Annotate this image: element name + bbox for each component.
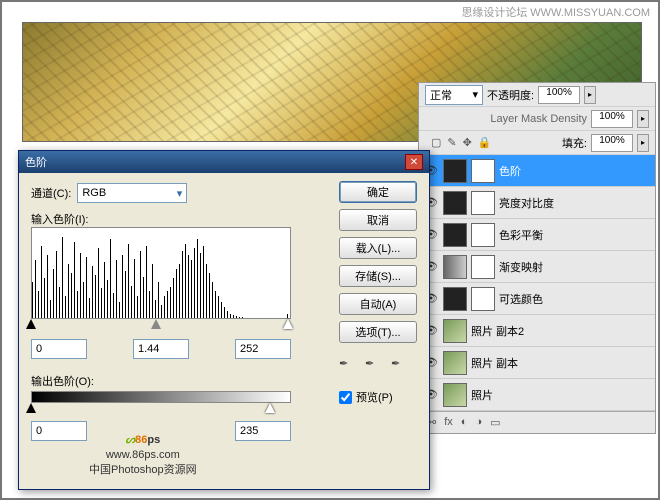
layer-bottom-icons: ⚯ fx ◐ ◑ ▭	[419, 411, 655, 433]
layer-label: 渐变映射	[499, 259, 543, 275]
mask-thumb	[471, 255, 495, 279]
out-shadow-input[interactable]	[31, 421, 87, 441]
chevron-down-icon: ▾	[472, 88, 478, 101]
lock-icons: ▢ ✎ ✥ 🔒	[425, 132, 498, 153]
fill-input[interactable]: 100%	[591, 134, 633, 152]
midtone-input[interactable]	[133, 339, 189, 359]
mask-icon[interactable]: ◐	[461, 416, 468, 429]
lock-pixels-icon[interactable]: ✎	[447, 136, 456, 149]
header-site: 思缘设计论坛 WWW.MISSYUAN.COM	[461, 4, 650, 20]
adjustment-thumb	[443, 287, 467, 311]
ok-button[interactable]: 确定	[339, 181, 417, 203]
out-highlight-input[interactable]	[235, 421, 291, 441]
opacity-label: 不透明度:	[487, 87, 534, 103]
output-slider[interactable]	[31, 405, 291, 419]
layer-list: 👁 色阶 👁 亮度对比度 👁 色彩平衡 👁 渐变映射 👁 可选	[419, 155, 655, 411]
layer-item-photo-copy2[interactable]: 👁 照片 副本2	[419, 315, 655, 347]
opacity-input[interactable]: 100%	[538, 86, 580, 104]
close-button[interactable]: ✕	[405, 154, 423, 170]
fill-arrow[interactable]: ▸	[637, 134, 649, 152]
eyedropper-gray-icon[interactable]: ✒	[365, 357, 383, 375]
layer-label: 亮度对比度	[499, 195, 554, 211]
adjustment-thumb	[443, 255, 467, 279]
cancel-button[interactable]: 取消	[339, 209, 417, 231]
highlight-handle[interactable]	[283, 319, 293, 329]
out-shadow-handle[interactable]	[26, 403, 36, 413]
eyedropper-black-icon[interactable]: ✒	[339, 357, 357, 375]
chevron-down-icon: ▾	[177, 187, 183, 200]
opacity-arrow[interactable]: ▸	[584, 86, 596, 104]
shadow-handle[interactable]	[26, 319, 36, 329]
lock-position-icon[interactable]: ✥	[463, 136, 472, 149]
layer-thumb	[443, 319, 467, 343]
channel-label: 通道(C):	[31, 185, 71, 201]
layer-label: 可选颜色	[499, 291, 543, 307]
adjustment-thumb	[443, 191, 467, 215]
adjustment-icon[interactable]: ◑	[475, 416, 482, 429]
save-button[interactable]: 存储(S)...	[339, 265, 417, 287]
eyedropper-white-icon[interactable]: ✒	[391, 357, 409, 375]
lock-icon[interactable]: 🔒	[478, 136, 492, 149]
layers-panel: 正常▾ 不透明度: 100% ▸ Layer Mask Density 100%…	[418, 82, 656, 434]
layer-item-selectivecolor[interactable]: 👁 可选颜色	[419, 283, 655, 315]
highlight-input[interactable]	[235, 339, 291, 359]
out-highlight-handle[interactable]	[265, 403, 275, 413]
adjustment-thumb	[443, 159, 467, 183]
preview-checkbox[interactable]: 预览(P)	[339, 389, 417, 405]
histogram	[31, 227, 291, 319]
adjustment-thumb	[443, 223, 467, 247]
preview-check-input[interactable]	[339, 391, 352, 404]
layer-item-gradientmap[interactable]: 👁 渐变映射	[419, 251, 655, 283]
layer-label: 照片 副本2	[471, 323, 524, 339]
load-button[interactable]: 载入(L)...	[339, 237, 417, 259]
shadow-input[interactable]	[31, 339, 87, 359]
mask-thumb	[471, 191, 495, 215]
layer-item-colorbalance[interactable]: 👁 色彩平衡	[419, 219, 655, 251]
midtone-handle[interactable]	[151, 319, 161, 329]
levels-dialog: 色阶 ✕ 通道(C): RGB ▾ 输入色阶(I):	[18, 150, 430, 490]
fx-icon[interactable]: fx	[444, 416, 453, 429]
channel-select[interactable]: RGB ▾	[77, 183, 187, 203]
layer-item-levels[interactable]: 👁 色阶	[419, 155, 655, 187]
lock-all-icon[interactable]: ▢	[431, 136, 441, 149]
fill-label: 填充:	[502, 135, 587, 151]
layer-item-brightness[interactable]: 👁 亮度对比度	[419, 187, 655, 219]
auto-button[interactable]: 自动(A)	[339, 293, 417, 315]
layer-label: 色彩平衡	[499, 227, 543, 243]
layer-label: 照片	[471, 387, 493, 403]
folder-icon[interactable]: ▭	[490, 416, 500, 429]
dialog-titlebar[interactable]: 色阶 ✕	[19, 151, 429, 173]
density-input[interactable]: 100%	[591, 110, 633, 128]
layer-thumb	[443, 383, 467, 407]
layer-item-photo-copy[interactable]: 👁 照片 副本	[419, 347, 655, 379]
output-gradient	[31, 391, 291, 403]
density-label: Layer Mask Density	[425, 113, 587, 125]
mask-thumb	[471, 223, 495, 247]
options-button[interactable]: 选项(T)...	[339, 321, 417, 343]
blend-mode-select[interactable]: 正常▾	[425, 85, 483, 105]
density-arrow[interactable]: ▸	[637, 110, 649, 128]
layer-label: 照片 副本	[471, 355, 518, 371]
layer-thumb	[443, 351, 467, 375]
mask-thumb	[471, 287, 495, 311]
layer-label: 色阶	[499, 163, 521, 179]
mask-thumb	[471, 159, 495, 183]
input-slider[interactable]	[31, 321, 291, 335]
layer-item-photo[interactable]: 👁 照片	[419, 379, 655, 411]
dialog-title: 色阶	[25, 154, 47, 170]
